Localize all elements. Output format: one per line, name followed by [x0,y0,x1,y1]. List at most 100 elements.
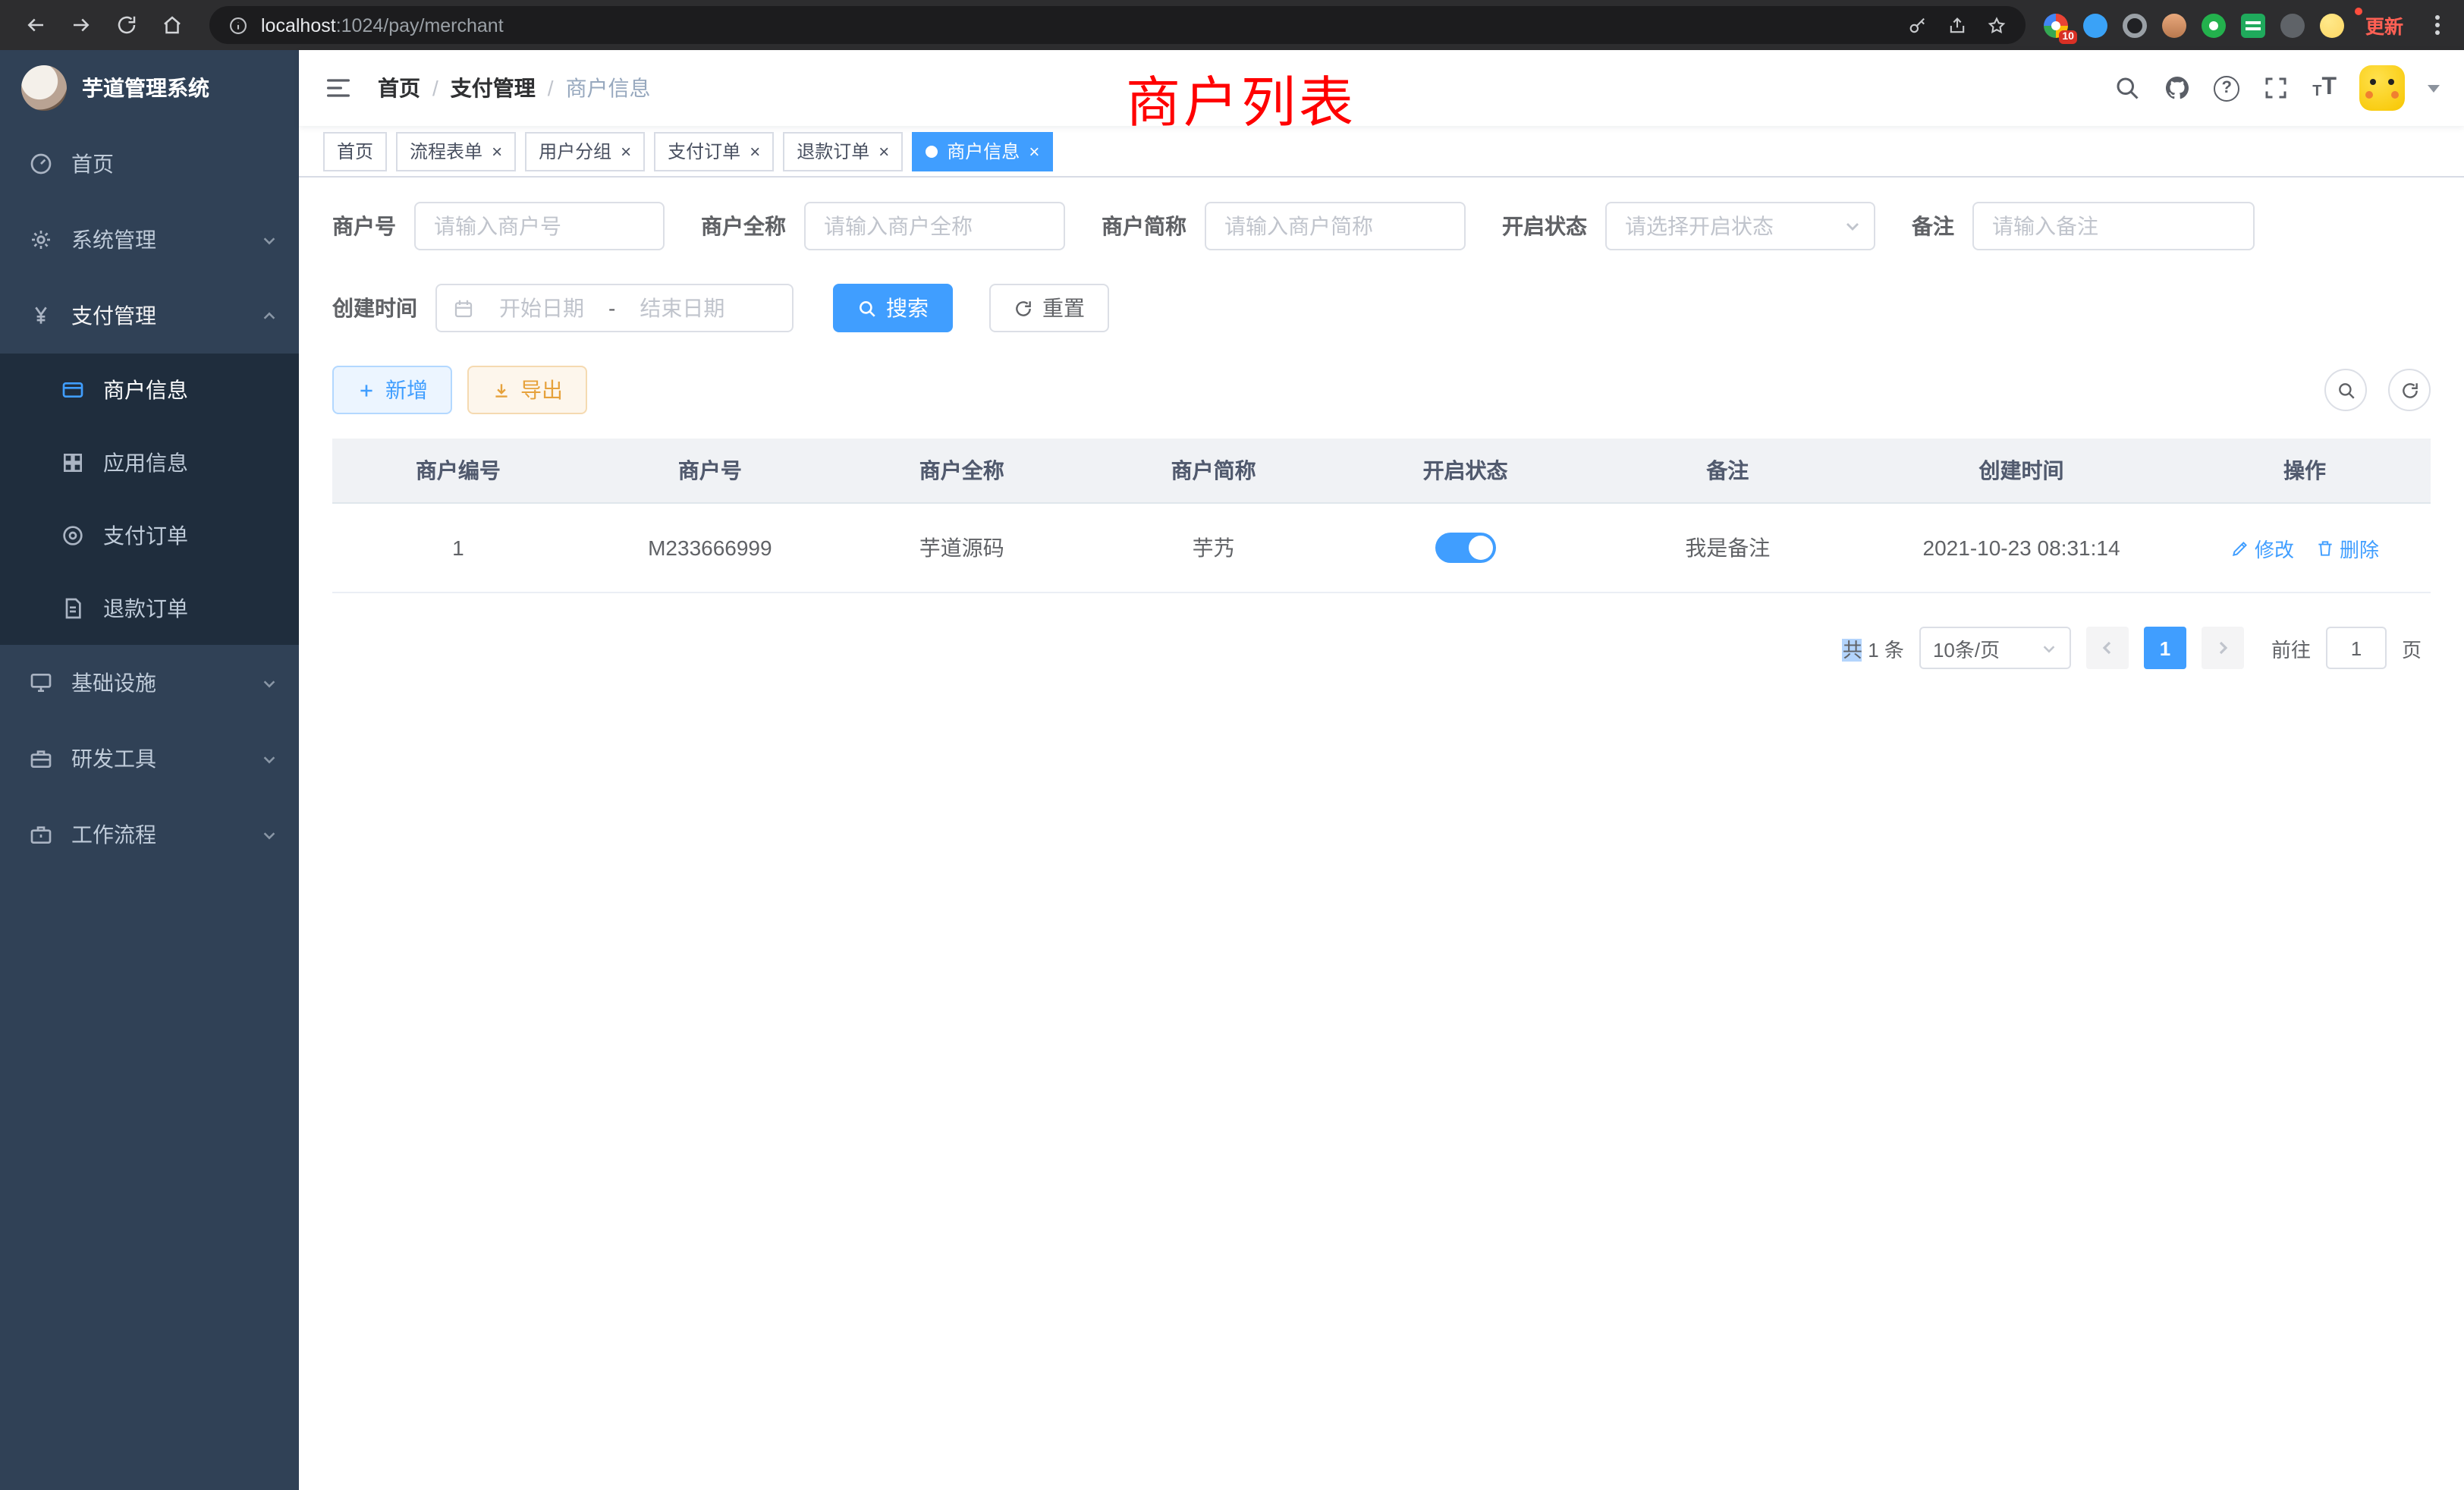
bookmark-star-icon[interactable] [1986,14,2007,36]
chevron-down-icon [261,231,278,248]
password-key-icon[interactable] [1907,14,1928,36]
share-icon[interactable] [1947,14,1968,36]
add-button[interactable]: 新增 [332,366,452,414]
close-icon[interactable]: × [750,142,760,160]
browser-toolbar: localhost:1024/pay/merchant 10 [0,0,2464,50]
chevron-right-icon [2214,639,2232,657]
chevron-down-icon [2041,640,2057,656]
font-size-icon[interactable]: TT [2312,76,2337,100]
logo-avatar [21,65,67,111]
page-content: 商户号 商户全称 商户简称 开启状态 [299,178,2464,1490]
cell-short-name: 芋艿 [1088,503,1340,593]
sidebar-item-refund-order[interactable]: 退款订单 [0,572,299,645]
page-number-button[interactable]: 1 [2144,627,2186,669]
sidebar-item-merchant-info[interactable]: 商户信息 [0,354,299,426]
refresh-table-button[interactable] [2388,369,2431,411]
calendar-icon [452,297,475,319]
merchant-table: 商户编号 商户号 商户全称 商户简称 开启状态 备注 创建时间 操作 1 [332,439,2431,593]
chevron-up-icon [261,307,278,324]
show-search-toggle-button[interactable] [2324,369,2367,411]
tab-pay-order[interactable]: 支付订单× [654,131,774,171]
search-button[interactable]: 搜索 [833,284,953,332]
status-select[interactable] [1605,202,1875,250]
export-button[interactable]: 导出 [467,366,587,414]
next-page-button[interactable] [2202,627,2244,669]
browser-home-button[interactable] [152,5,191,45]
browser-refresh-button[interactable] [106,5,146,45]
browser-forward-button[interactable] [61,5,100,45]
extension-avatar-icon[interactable] [2162,13,2186,37]
sidebar-item-infrastructure[interactable]: 基础设施 [0,645,299,721]
close-icon[interactable]: × [621,142,631,160]
trash-icon [2315,538,2335,558]
address-bar[interactable]: localhost:1024/pay/merchant [209,6,2026,44]
tab-merchant-info[interactable]: 商户信息× [912,131,1053,171]
extension-sheet-icon[interactable] [2241,13,2265,37]
extension-badge: 10 [2059,30,2077,43]
sidebar-item-workflow[interactable]: 工作流程 [0,797,299,872]
reset-button[interactable]: 重置 [989,284,1109,332]
page-size-select[interactable]: 10条/页 [1919,627,2071,669]
merchant-no-input[interactable] [414,202,665,250]
sidebar-item-app-info[interactable]: 应用信息 [0,426,299,499]
breadcrumb-home[interactable]: 首页 [378,73,420,103]
col-actions: 操作 [2179,439,2431,503]
browser-back-button[interactable] [15,5,55,45]
search-icon[interactable] [2114,74,2141,102]
extension-blue-icon[interactable] [2083,13,2107,37]
tab-process-form[interactable]: 流程表单× [396,131,516,171]
col-short-name: 商户简称 [1088,439,1340,503]
site-info-icon[interactable] [228,14,249,36]
github-icon[interactable] [2164,74,2191,102]
goto-page-input[interactable] [2326,627,2387,669]
avatar-dropdown-caret-icon[interactable] [2428,84,2440,92]
create-time-label: 创建时间 [332,293,417,323]
sidebar-item-pay-order[interactable]: 支付订单 [0,499,299,572]
fullscreen-icon[interactable] [2262,74,2290,102]
chevron-down-icon [261,826,278,843]
app-logo[interactable]: 芋道管理系统 [0,50,299,126]
delete-link[interactable]: 删除 [2315,533,2379,562]
extension-ring-icon[interactable] [2123,13,2147,37]
sidebar-toggle-button[interactable] [323,73,354,103]
breadcrumb-merchant-info: 商户信息 [566,73,651,103]
sidebar-item-home[interactable]: 首页 [0,126,299,202]
sidebar-item-payment[interactable]: 支付管理 [0,278,299,354]
col-remark: 备注 [1592,439,1865,503]
sidebar-item-dev-tools[interactable]: 研发工具 [0,721,299,797]
table-header-row: 商户编号 商户号 商户全称 商户简称 开启状态 备注 创建时间 操作 [332,439,2431,503]
active-tab-dot [926,145,938,157]
edit-link[interactable]: 修改 [2230,533,2294,562]
extension-emoji-icon[interactable] [2320,13,2344,37]
extension-green-circle-icon[interactable] [2202,13,2226,37]
close-icon[interactable]: × [1029,142,1039,160]
merchant-short-name-input[interactable] [1205,202,1466,250]
start-date-input[interactable] [481,294,602,322]
tab-home[interactable]: 首页 [323,131,387,171]
prev-page-button[interactable] [2086,627,2129,669]
sidebar-item-system[interactable]: 系统管理 [0,202,299,278]
merchant-no-label: 商户号 [332,211,396,241]
end-date-input[interactable] [621,294,743,322]
breadcrumb-payment[interactable]: 支付管理 [451,73,536,103]
target-icon [61,523,85,548]
help-icon[interactable]: ? [2214,75,2239,101]
monitor-icon [29,671,53,695]
tab-refund-order[interactable]: 退款订单× [783,131,903,171]
filter-row-2: 创建时间 - 搜索 重置 [332,284,2431,332]
extension-pin-icon[interactable] [2280,13,2305,37]
status-toggle[interactable] [1435,533,1496,563]
col-merchant-id: 商户编号 [332,439,584,503]
create-time-range-picker[interactable]: - [435,284,794,332]
extension-colorful-icon[interactable]: 10 [2044,13,2068,37]
browser-update-button[interactable]: 更新 [2359,8,2409,42]
merchant-full-name-input[interactable] [804,202,1065,250]
remark-input[interactable] [1972,202,2255,250]
total-label: 共 1 条 [1843,633,1904,662]
grid-icon [61,451,85,475]
browser-menu-icon[interactable] [2425,15,2449,35]
close-icon[interactable]: × [878,142,889,160]
tab-user-group[interactable]: 用户分组× [525,131,645,171]
close-icon[interactable]: × [492,142,502,160]
user-avatar[interactable] [2359,65,2405,111]
